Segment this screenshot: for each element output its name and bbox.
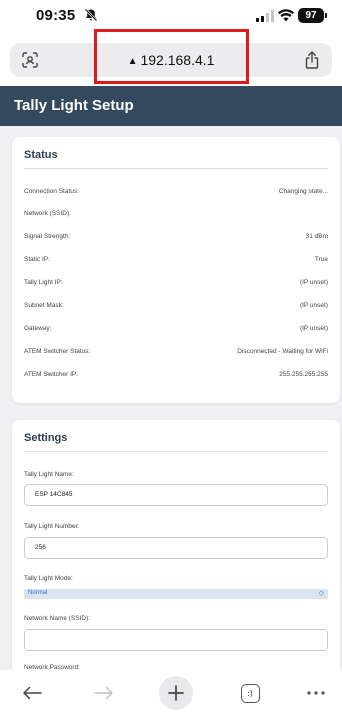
tabs-icon: :) [240, 683, 260, 703]
status-value: 255.255.255.255 [279, 371, 328, 378]
address-bar[interactable]: ▲ 192.168.4.1 [10, 43, 332, 77]
tabs-button[interactable]: :) [238, 680, 262, 706]
more-button[interactable] [304, 680, 328, 706]
tally-number-input[interactable]: 256 [24, 537, 328, 559]
cellular-signal-icon [256, 10, 274, 22]
status-time: 09:35 [36, 7, 76, 24]
page-title: Tally Light Setup [14, 97, 134, 114]
status-card: Status Connection Status: Changing state… [12, 137, 340, 403]
new-tab-button[interactable] [159, 676, 193, 710]
tally-mode-label: Tally Light Mode: [24, 575, 73, 582]
ssid-label: Network Name (SSID): [24, 615, 91, 622]
tally-mode-select[interactable]: Normal ◇ [24, 589, 328, 599]
status-row-signal: Signal Strength: 31 dBm [24, 230, 328, 244]
status-label: Gateway: [24, 325, 52, 332]
browser-toolbar: :) [0, 670, 342, 721]
status-label: ATEM Switcher IP: [24, 371, 79, 378]
tally-name-label: Tally Light Name: [24, 471, 74, 478]
status-row-gateway: Gateway: (IP unset) [24, 322, 328, 336]
status-row-static-ip: Static IP: True [24, 253, 328, 267]
status-value: (IP unset) [299, 325, 328, 332]
status-label: Network (SSID): [24, 210, 71, 217]
status-label: Connection Status: [24, 188, 79, 195]
browser-address-area: ▲ 192.168.4.1 [0, 34, 342, 86]
status-value: 31 dBm [305, 233, 328, 240]
divider [24, 451, 328, 452]
tally-name-input[interactable]: ESP 14C845 [24, 484, 328, 506]
battery-indicator: 97 [298, 8, 327, 23]
status-card-title: Status [24, 149, 58, 161]
status-label: Signal Strength: [24, 233, 71, 240]
status-value: True [314, 256, 328, 263]
arrow-left-icon [23, 686, 42, 700]
url-text[interactable]: ▲ 192.168.4.1 [10, 52, 332, 68]
status-row-subnet: Subnet Mask: (IP unset) [24, 299, 328, 313]
wifi-icon [278, 9, 294, 22]
status-value: Disconnected - Waiting for WiFi [237, 348, 328, 355]
status-label: Subnet Mask: [24, 302, 64, 309]
status-row-tally-ip: Tally Light IP: (IP unset) [24, 276, 328, 290]
status-row-connection: Connection Status: Changing state... [24, 185, 328, 199]
not-secure-warning-icon: ▲ [127, 56, 138, 67]
tally-number-label: Tally Light Number: [24, 523, 80, 530]
settings-card-title: Settings [24, 432, 68, 444]
ssid-input[interactable] [24, 629, 328, 651]
status-bar: 09:35 97 [0, 0, 342, 34]
status-label: ATEM Switcher Status: [24, 348, 91, 355]
share-icon[interactable] [304, 51, 320, 69]
page-header: Tally Light Setup [0, 86, 342, 126]
forward-button[interactable] [90, 680, 118, 706]
status-value: (IP unset) [299, 279, 328, 286]
arrow-right-icon [94, 686, 113, 700]
status-row-atem-ip: ATEM Switcher IP: 255.255.255.255 [24, 368, 328, 382]
status-label: Static IP: [24, 256, 51, 263]
chevron-updown-icon: ◇ [318, 590, 324, 597]
url-value: 192.168.4.1 [140, 52, 215, 68]
screen: 09:35 97 ▲ 192.168.4.1 Tally Light Setup… [0, 0, 342, 721]
status-label: Tally Light IP: [24, 279, 63, 286]
status-value: (IP unset) [299, 302, 328, 309]
settings-card: Settings Tally Light Name: ESP 14C845 Ta… [12, 420, 340, 710]
status-value: Changing state... [278, 188, 328, 195]
divider [24, 168, 328, 169]
bell-muted-icon [84, 8, 98, 22]
status-row-atem-status: ATEM Switcher Status: Disconnected - Wai… [24, 345, 328, 359]
more-dots-icon [307, 691, 325, 695]
back-button[interactable] [18, 680, 46, 706]
status-row-ssid: Network (SSID): [24, 207, 328, 221]
plus-icon [168, 685, 184, 701]
tally-mode-value: Normal [28, 590, 48, 596]
